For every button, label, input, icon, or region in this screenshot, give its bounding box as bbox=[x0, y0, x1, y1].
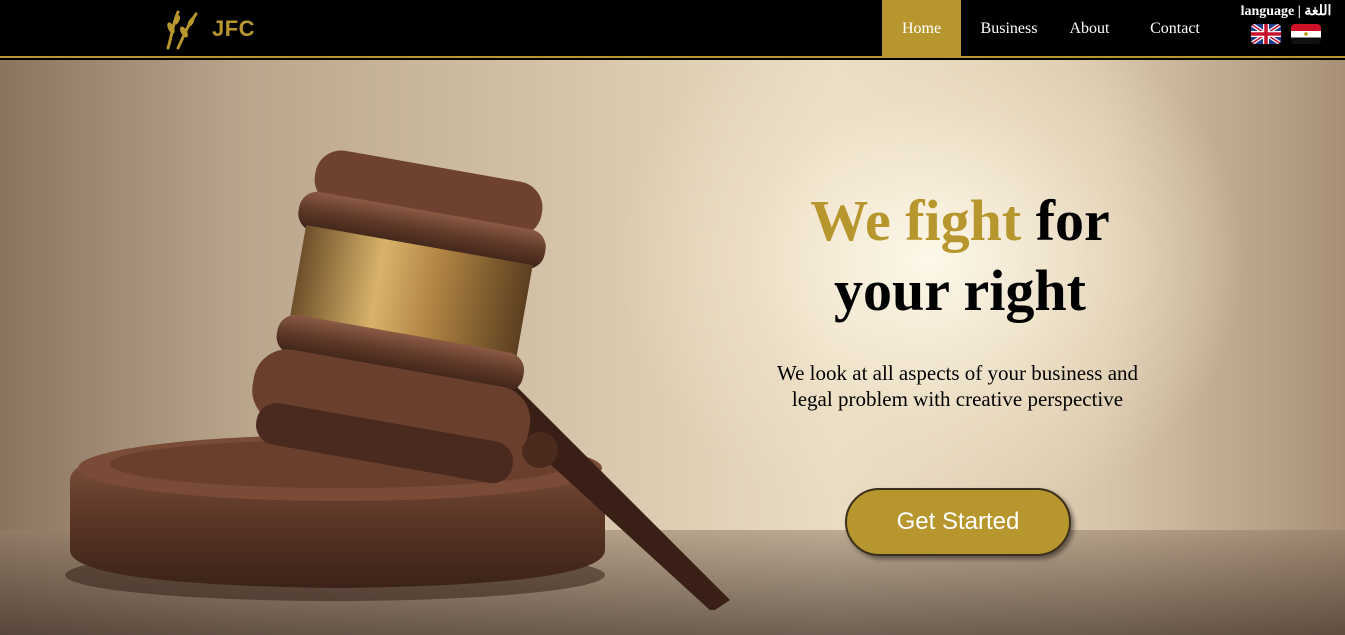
hero-section: We fight for your right We look at all as… bbox=[0, 60, 1345, 635]
nav-item-contact[interactable]: Contact bbox=[1122, 0, 1228, 58]
wheat-icon bbox=[166, 10, 198, 50]
egypt-flag-icon[interactable] bbox=[1291, 24, 1321, 44]
hero-title-rest: for bbox=[1021, 188, 1110, 253]
nav-item-business[interactable]: Business bbox=[961, 0, 1057, 58]
brand-name: JFC bbox=[212, 16, 256, 41]
language-label: language | اللغة bbox=[1240, 4, 1332, 19]
hero-subtitle: We look at all aspects of your business … bbox=[776, 361, 1139, 411]
get-started-button[interactable]: Get Started bbox=[845, 488, 1071, 556]
navbar: JFC Home Business About Contact language… bbox=[0, 0, 1345, 58]
hero-title: We fight for your right bbox=[740, 186, 1180, 326]
hero-title-line2: your right bbox=[834, 258, 1086, 323]
uk-flag-icon[interactable] bbox=[1251, 24, 1281, 44]
nav-item-home[interactable]: Home bbox=[882, 0, 961, 58]
brand-logo[interactable]: JFC bbox=[162, 6, 255, 52]
gavel-image bbox=[65, 150, 730, 610]
main-nav: Home Business About Contact bbox=[882, 0, 1228, 58]
nav-item-about[interactable]: About bbox=[1057, 0, 1122, 58]
language-switcher: language | اللغة bbox=[1232, 3, 1340, 44]
hero-title-accent: We fight bbox=[810, 188, 1022, 253]
